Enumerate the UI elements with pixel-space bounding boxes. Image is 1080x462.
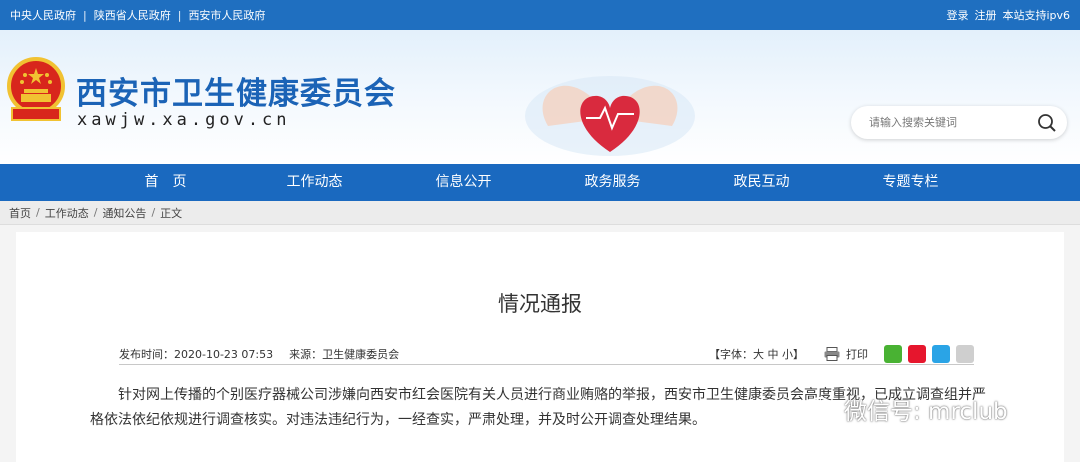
link-xian-gov[interactable]: 西安市人民政府 (188, 7, 265, 23)
printer-icon[interactable] (824, 346, 840, 361)
top-utility-bar: 中央人民政府 | 陕西省人民政府 | 西安市人民政府 登录 注册 本站支持ipv… (0, 0, 1080, 30)
breadcrumb-separator: / (151, 206, 156, 219)
article-panel: 情况通报 发布时间：2020-10-23 07:53 来源：卫生健康委员会 【字… (16, 232, 1064, 462)
breadcrumb-work-news[interactable]: 工作动态 (45, 205, 89, 221)
site-title: 西安市卫生健康委员会 (76, 76, 396, 112)
login-link[interactable]: 登录 (946, 7, 968, 23)
link-shaanxi-gov[interactable]: 陕西省人民政府 (94, 7, 171, 23)
article-source: 来源：卫生健康委员会 (289, 347, 400, 361)
article-title: 情况通报 (498, 292, 582, 316)
article-tools: 【字体：大 中 小】 打印 (709, 344, 974, 363)
watermark-text: 微信号: mrclub (844, 399, 1008, 425)
nav-home[interactable]: 首 页 (91, 164, 240, 201)
weibo-icon[interactable] (908, 344, 926, 363)
register-link[interactable]: 注册 (974, 7, 996, 23)
search-icon[interactable] (1037, 113, 1057, 133)
publish-time: 发布时间：2020-10-23 07:53 (119, 347, 274, 361)
gov-links: 中央人民政府 | 陕西省人民政府 | 西安市人民政府 (10, 7, 265, 23)
site-banner: 西安市卫生健康委员会 xawjw.xa.gov.cn (0, 30, 1080, 164)
copy-icon[interactable] (956, 344, 974, 363)
breadcrumb-current: 正文 (160, 206, 183, 220)
breadcrumb-home[interactable]: 首页 (9, 205, 31, 221)
font-size-switch[interactable]: 【字体：大 中 小】 (709, 346, 804, 362)
nav-special-topics[interactable]: 专题专栏 (836, 164, 985, 201)
nav-work-news[interactable]: 工作动态 (240, 164, 389, 201)
breadcrumb-notices[interactable]: 通知公告 (102, 205, 146, 221)
nav-info-disclosure[interactable]: 信息公开 (389, 164, 538, 201)
nav-gov-services[interactable]: 政务服务 (538, 164, 687, 201)
site-domain: xawjw.xa.gov.cn (77, 110, 291, 130)
ipv6-notice: 本站支持ipv6 (1002, 9, 1070, 22)
wechat-icon[interactable] (884, 344, 902, 363)
print-button[interactable]: 打印 (846, 346, 868, 362)
main-nav: 首 页 工作动态 信息公开 政务服务 政民互动 专题专栏 (0, 164, 1080, 201)
qq-icon[interactable] (932, 344, 950, 363)
link-central-gov[interactable]: 中央人民政府 (10, 7, 76, 23)
breadcrumb-separator: / (36, 206, 40, 219)
separator: | (83, 8, 87, 22)
article-meta: 发布时间：2020-10-23 07:53 来源：卫生健康委员会 【字体：大 中… (119, 343, 974, 365)
heart-hands-illustration (525, 76, 695, 156)
wechat-watermark-icon (808, 397, 838, 421)
breadcrumb: 首页 / 工作动态 / 通知公告 / 正文 (0, 201, 1080, 225)
nav-interaction[interactable]: 政民互动 (687, 164, 836, 201)
separator: | (177, 8, 182, 22)
search-input[interactable] (869, 116, 1037, 129)
wechat-watermark: 微信号: mrclub (808, 392, 1008, 426)
national-emblem-icon (7, 57, 65, 121)
search-box (851, 106, 1067, 139)
breadcrumb-separator: / (93, 206, 98, 219)
account-links: 登录 注册 本站支持ipv6 (946, 7, 1070, 23)
